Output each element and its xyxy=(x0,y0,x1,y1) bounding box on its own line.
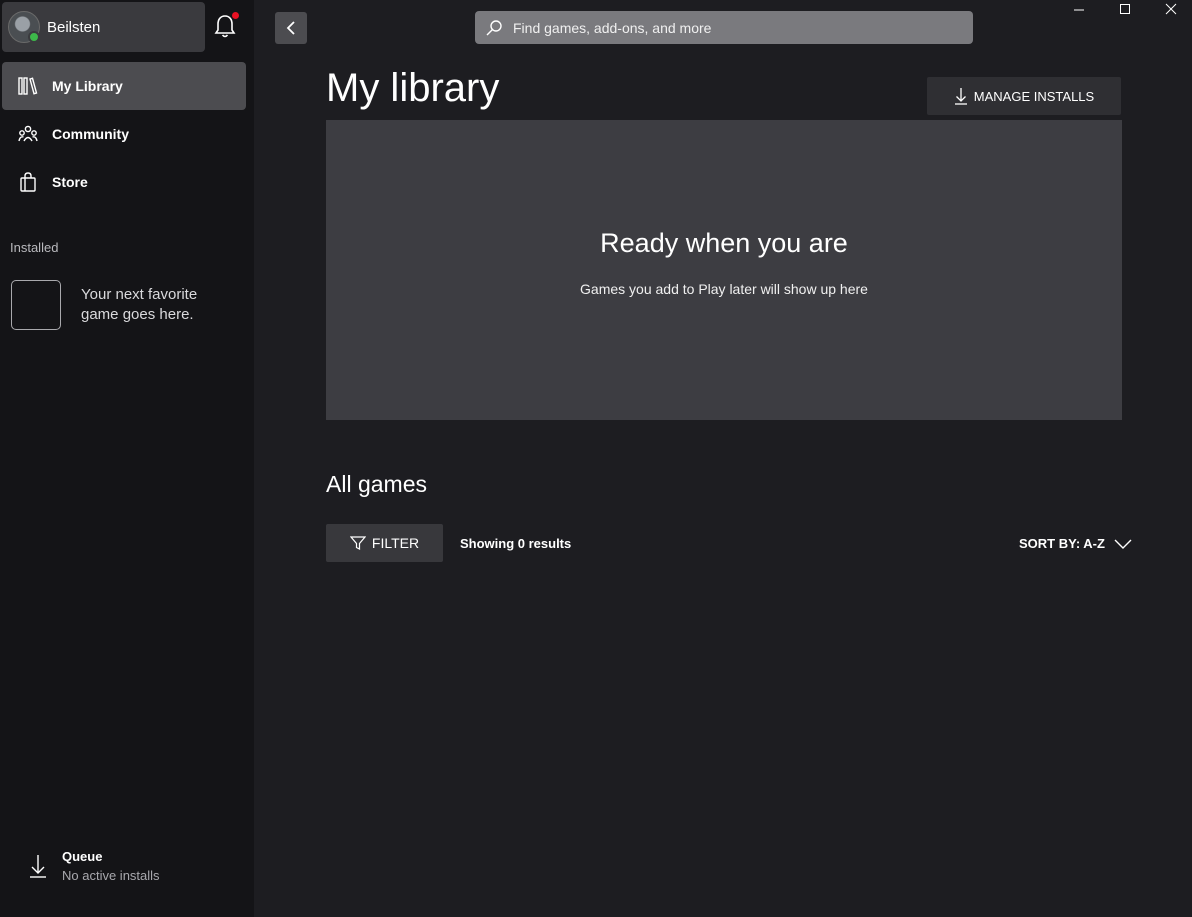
sort-label: SORT BY: A-Z xyxy=(1019,536,1105,551)
download-icon xyxy=(30,855,46,878)
sidebar-item-label: My Library xyxy=(52,78,123,94)
profile-button[interactable]: Beilsten xyxy=(2,2,205,52)
profile-name: Beilsten xyxy=(47,18,101,36)
maximize-button[interactable] xyxy=(1105,0,1145,18)
page-title: My library xyxy=(326,66,500,110)
sidebar-item-store[interactable]: Store xyxy=(2,158,246,206)
sidebar: Beilsten My Library Community Store Inst… xyxy=(0,0,254,917)
close-button[interactable] xyxy=(1151,0,1191,18)
search-bar[interactable] xyxy=(475,11,973,44)
manage-installs-button[interactable]: MANAGE INSTALLS xyxy=(927,77,1121,115)
queue-button[interactable]: Queue No active installs xyxy=(28,849,160,883)
notification-badge xyxy=(232,12,239,19)
close-icon xyxy=(1165,3,1177,15)
banner-heading: Ready when you are xyxy=(600,228,848,258)
manage-installs-label: MANAGE INSTALLS xyxy=(973,88,1095,104)
notifications-button[interactable] xyxy=(213,12,239,40)
filter-label: FILTER xyxy=(371,535,420,551)
filter-icon xyxy=(349,535,366,551)
chevron-down-icon xyxy=(1114,539,1132,549)
banner-subtext: Games you add to Play later will show up… xyxy=(580,281,868,297)
maximize-icon xyxy=(1120,4,1130,14)
store-icon xyxy=(18,172,38,192)
minimize-button[interactable] xyxy=(1059,0,1099,18)
queue-status: No active installs xyxy=(62,868,160,883)
back-button[interactable] xyxy=(275,12,307,44)
community-icon xyxy=(18,124,38,144)
sidebar-item-label: Community xyxy=(52,126,129,142)
sidebar-item-label: Store xyxy=(52,174,88,190)
download-icon xyxy=(954,87,968,105)
library-icon xyxy=(18,76,38,96)
all-games-title: All games xyxy=(326,471,427,497)
installed-section-label: Installed xyxy=(10,240,59,255)
chevron-left-icon xyxy=(286,21,295,35)
queue-title: Queue xyxy=(62,849,103,864)
search-icon xyxy=(486,19,502,35)
installed-placeholder-text: Your next favorite game goes here. xyxy=(81,286,198,323)
installed-game-placeholder xyxy=(11,280,61,330)
avatar xyxy=(8,11,40,43)
results-count: Showing 0 results xyxy=(460,536,572,551)
search-input[interactable] xyxy=(511,18,955,37)
sort-dropdown[interactable]: SORT BY: A-Z xyxy=(1019,536,1132,551)
filter-button[interactable]: FILTER xyxy=(326,524,443,562)
sidebar-item-my-library[interactable]: My Library xyxy=(2,62,246,110)
online-status-indicator xyxy=(28,31,40,43)
sidebar-item-community[interactable]: Community xyxy=(2,110,246,158)
minimize-icon xyxy=(1074,9,1084,11)
empty-library-banner: Ready when you are Games you add to Play… xyxy=(326,120,1122,420)
